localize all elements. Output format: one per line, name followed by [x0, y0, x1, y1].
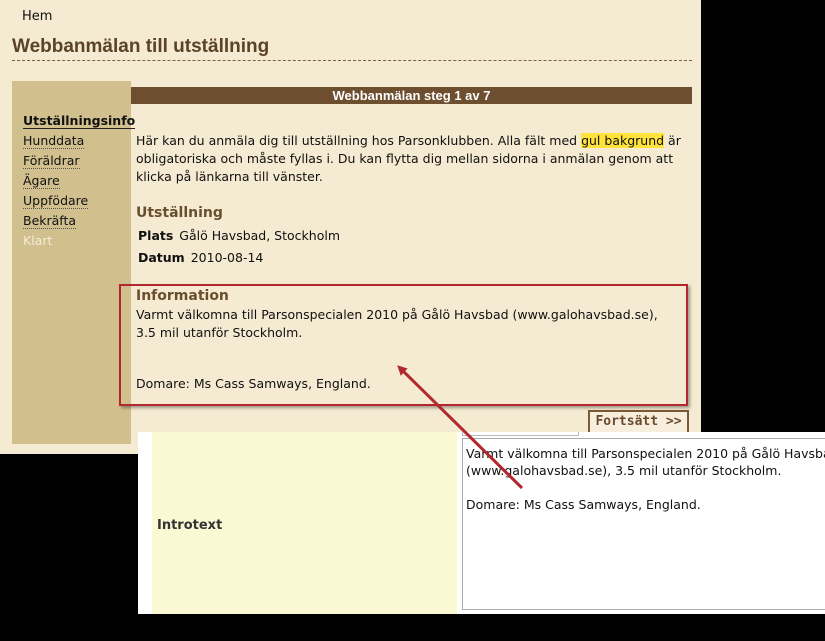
- callout-arrow: [397, 365, 524, 490]
